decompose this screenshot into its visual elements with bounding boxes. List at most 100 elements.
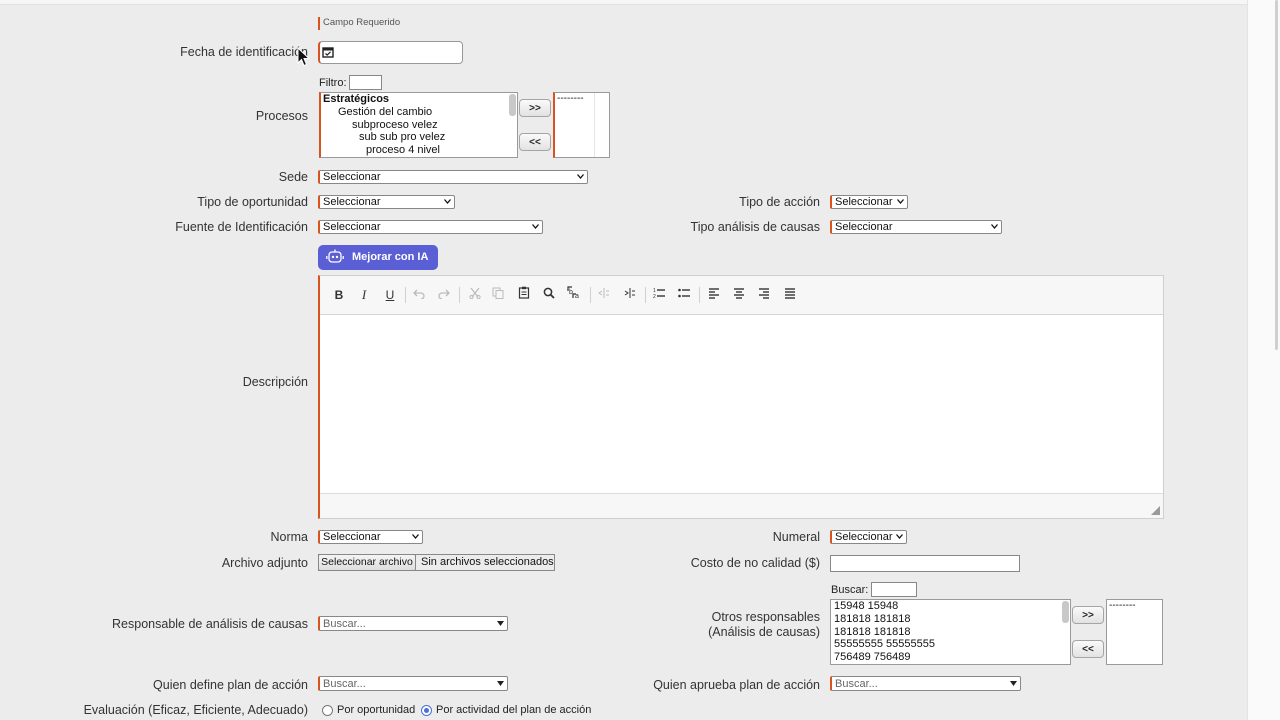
archivo-status: Sin archivos seleccionados [421,556,554,568]
find-icon[interactable] [539,286,559,304]
required-legend: Campo Requerido [323,17,401,28]
paste-icon[interactable] [514,286,534,304]
tipo-accion-label: Tipo de acción [739,195,820,209]
procesos-remove-button[interactable]: << [519,133,551,151]
editor-toolbar: B I U ab 1 2 [320,276,1163,315]
list-item[interactable]: Estratégicos [321,93,517,106]
align-center-icon[interactable] [729,286,749,304]
mouse-cursor-icon [297,47,311,67]
resize-grip-icon[interactable] [1151,506,1160,515]
chevron-down-icon [896,534,903,539]
otros-responsables-label-2: (Análisis de causas) [708,625,820,639]
list-item[interactable]: sub sub pro velez [321,131,517,144]
quien-define-placeholder: Buscar... [323,678,366,690]
cut-icon[interactable] [465,286,485,304]
procesos-add-button[interactable]: >> [519,99,551,117]
redo-icon[interactable] [434,286,454,304]
sede-select[interactable]: Seleccionar [318,170,588,184]
otros-add-button[interactable]: >> [1072,606,1104,624]
caret-down-icon [497,621,504,626]
justify-icon[interactable] [780,286,800,304]
norma-select[interactable]: Seleccionar [318,530,423,544]
bulleted-list-icon[interactable] [674,286,694,304]
toolbar-separator [405,287,406,303]
norma-label: Norma [270,530,308,544]
list-item[interactable]: 15948 15948 [831,600,1070,613]
quien-define-select[interactable]: Buscar... [318,676,508,691]
editor-statusbar [320,493,1163,518]
align-right-icon[interactable] [754,286,774,304]
tipo-accion-select[interactable]: Seleccionar [830,195,908,209]
align-left-icon[interactable] [704,286,724,304]
numeral-value: Seleccionar [835,531,893,543]
norma-value: Seleccionar [323,531,381,543]
fuente-label: Fuente de Identificación [175,220,308,234]
otros-responsables-label-1: Otros responsables [711,610,820,624]
fuente-value: Seleccionar [323,221,381,233]
tipo-analisis-select[interactable]: Seleccionar [830,220,1002,234]
mejorar-con-ia-button[interactable]: Mejorar con IA [318,245,438,270]
list-item[interactable]: Gestión del cambio [321,106,517,119]
numeral-select[interactable]: Seleccionar [830,530,907,544]
evaluacion-option-oportunidad-label[interactable]: Por oportunidad [337,704,415,716]
evaluacion-option-actividad-label[interactable]: Por actividad del plan de acción [436,704,591,716]
otros-search-input[interactable] [871,582,917,597]
evaluacion-option-oportunidad-radio[interactable] [322,705,333,716]
chevron-down-icon [991,224,998,229]
procesos-selected-listbox[interactable]: -------- [553,92,610,158]
otros-responsables-listbox[interactable]: 15948 15948 181818 181818 181818 181818 … [830,599,1071,665]
editor-content-area[interactable] [320,315,1163,493]
list-item[interactable]: -------- [555,93,609,105]
replace-icon[interactable]: ab [564,286,584,304]
toolbar-separator [459,287,460,303]
indent-icon[interactable] [620,286,640,304]
tipo-oportunidad-select[interactable]: Seleccionar [318,195,455,209]
chevron-down-icon [444,199,451,204]
caret-down-icon [1010,681,1017,686]
responsable-analisis-placeholder: Buscar... [323,618,366,630]
fecha-input[interactable] [318,41,463,64]
numeral-label: Numeral [772,530,820,544]
list-item[interactable]: 181818 181818 [831,613,1070,626]
otros-responsables-scrollbar[interactable] [1062,601,1069,623]
list-item[interactable]: 181818 181818 [831,626,1070,639]
toolbar-separator [590,287,591,303]
list-item[interactable]: subproceso velez [321,119,517,132]
tipo-oportunidad-label: Tipo de oportunidad [197,195,308,209]
chevron-down-icon [412,534,419,539]
quien-define-label: Quien define plan de acción [153,678,308,692]
svg-text:a: a [575,293,579,299]
otros-remove-button[interactable]: << [1072,640,1104,658]
page-scrollbar[interactable] [1247,0,1280,720]
numbered-list-icon[interactable]: 12 [649,286,669,304]
fuente-select[interactable]: Seleccionar [318,220,543,234]
required-marker [318,17,320,30]
list-item[interactable]: 756489 756489 [831,651,1070,664]
quien-aprueba-select[interactable]: Buscar... [830,676,1021,691]
seleccionar-archivo-button[interactable]: Seleccionar archivo [318,554,416,571]
procesos-scrollbar[interactable] [509,94,516,116]
otros-selected-listbox[interactable]: -------- [1106,599,1163,665]
costo-input[interactable] [830,555,1020,572]
bold-icon[interactable]: B [329,286,349,304]
descripcion-editor[interactable]: B I U ab 1 2 [318,275,1164,519]
responsable-analisis-select[interactable]: Buscar... [318,616,508,631]
list-item[interactable]: -------- [1107,600,1162,612]
caret-down-icon [497,681,504,686]
page-scrollbar-thumb[interactable] [1275,0,1278,350]
procesos-listbox[interactable]: Estratégicos Gestión del cambio subproce… [319,92,518,158]
procesos-filter-input[interactable] [349,75,382,90]
copy-icon[interactable] [488,286,508,304]
tipo-analisis-label: Tipo análisis de causas [690,220,820,234]
responsable-analisis-label: Responsable de análisis de causas [112,617,308,631]
list-item[interactable]: 55555555 55555555 [831,638,1070,651]
tipo-oportunidad-value: Seleccionar [323,196,381,208]
tipo-analisis-value: Seleccionar [835,221,893,233]
evaluacion-option-actividad-radio[interactable] [421,705,432,716]
calendar-icon[interactable] [322,46,334,58]
underline-icon[interactable]: U [380,286,400,304]
outdent-icon[interactable] [594,286,614,304]
italic-icon[interactable]: I [354,286,374,304]
list-item[interactable]: proceso 4 nivel [321,144,517,157]
undo-icon[interactable] [409,286,429,304]
